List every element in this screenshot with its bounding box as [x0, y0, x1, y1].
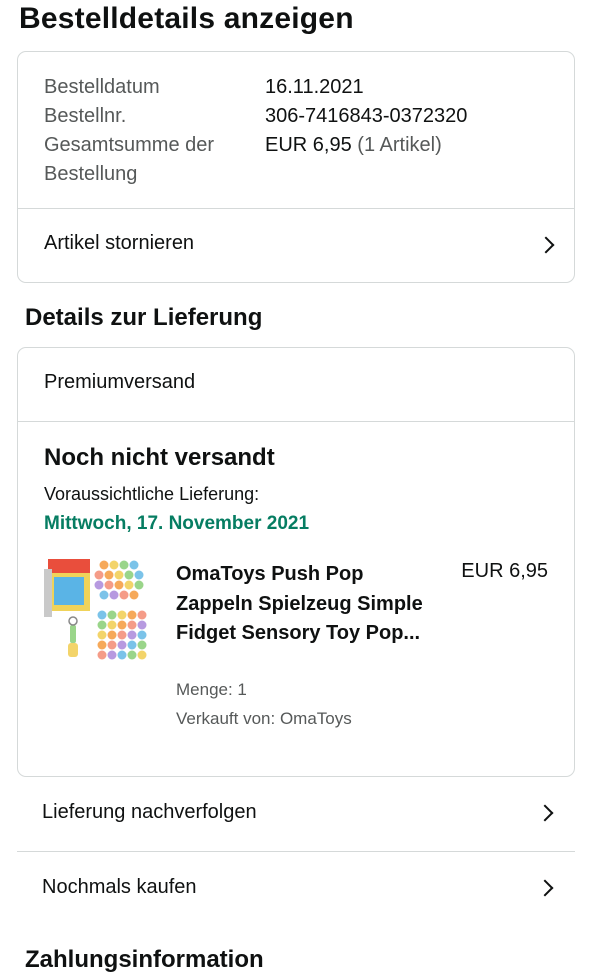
expected-delivery-label: Voraussichtliche Lieferung: [44, 484, 260, 504]
delivery-section-title: Details zur Lieferung [25, 304, 263, 331]
order-number-label: Bestellnr. [44, 105, 127, 127]
product-title-link[interactable]: OmaToys Push Pop Zappeln Spielzeug Simpl… [176, 560, 426, 649]
order-total-label: Gesamtsumme der Bestellung [44, 134, 215, 185]
chevron-right-icon [536, 879, 554, 897]
product-thumbnail-icon[interactable] [44, 555, 148, 665]
order-total-count: (1 Artikel) [357, 134, 442, 156]
chevron-right-icon [536, 804, 554, 822]
product-quantity: Menge: 1 [176, 680, 247, 699]
track-delivery-row[interactable]: Lieferung nachverfolgen [17, 777, 575, 851]
product-price: EUR 6,95 [461, 560, 548, 582]
order-date-value: 16.11.2021 [265, 76, 364, 98]
buy-again-label: Nochmals kaufen [42, 876, 197, 898]
product-image [44, 559, 147, 660]
cancel-items-label: Artikel stornieren [44, 232, 195, 254]
delivery-card: Premiumversand Noch nicht versandt Vorau… [17, 347, 575, 777]
order-total-value: EUR 6,95 (1 Artikel) [265, 131, 442, 160]
order-number-value: 306-7416843-0372320 [265, 105, 468, 127]
track-delivery-label: Lieferung nachverfolgen [42, 801, 257, 823]
product-seller: Verkauft von: OmaToys [176, 709, 352, 728]
payment-section-title: Zahlungsinformation [25, 946, 264, 973]
shipment-status: Noch nicht versandt [44, 444, 275, 471]
cancel-items-row[interactable]: Artikel stornieren [18, 209, 574, 283]
shipping-method: Premiumversand [44, 371, 196, 393]
chevron-right-icon [537, 236, 555, 254]
divider [18, 421, 574, 422]
order-date-label: Bestelldatum [44, 76, 160, 98]
order-total-amount: EUR 6,95 [265, 134, 352, 156]
order-summary-card: Bestelldatum 16.11.2021 Bestellnr. 306-7… [17, 51, 575, 283]
page-title: Bestelldetails anzeigen [19, 2, 354, 35]
buy-again-row[interactable]: Nochmals kaufen [17, 852, 575, 926]
expected-delivery-date: Mittwoch, 17. November 2021 [44, 513, 310, 534]
